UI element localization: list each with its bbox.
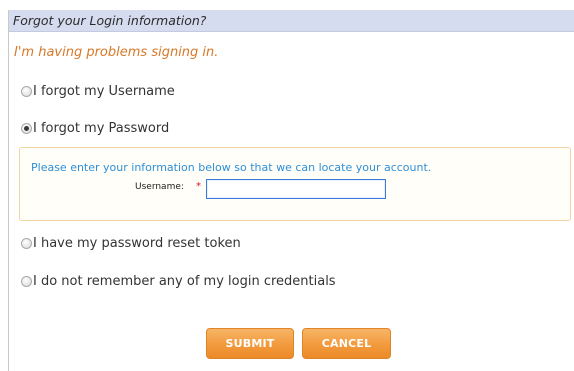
- submit-button[interactable]: SUBMIT: [206, 328, 294, 359]
- radio-forgot-username[interactable]: [21, 85, 32, 97]
- option-no-credentials[interactable]: I do not remember any of my login creden…: [21, 273, 336, 289]
- option-forgot-username[interactable]: I forgot my Username: [21, 83, 175, 99]
- forgot-login-panel: Forgot your Login information? I'm havin…: [8, 10, 574, 371]
- option-label: I do not remember any of my login creden…: [33, 273, 336, 289]
- username-label: Username:: [135, 182, 184, 192]
- option-reset-token[interactable]: I have my password reset token: [21, 235, 241, 251]
- option-forgot-password[interactable]: I forgot my Password: [21, 120, 169, 136]
- username-input[interactable]: [206, 179, 386, 199]
- cancel-button[interactable]: CANCEL: [302, 328, 391, 359]
- problem-subtitle: I'm having problems signing in.: [14, 45, 219, 60]
- panel-title: Forgot your Login information?: [13, 13, 207, 28]
- option-label: I forgot my Password: [33, 120, 170, 136]
- option-label: I forgot my Username: [33, 83, 175, 99]
- panel-header: Forgot your Login information?: [9, 10, 574, 32]
- lookup-instructions: Please enter your information below so t…: [31, 161, 432, 174]
- radio-forgot-password[interactable]: [21, 122, 32, 134]
- radio-no-credentials[interactable]: [21, 275, 32, 287]
- radio-reset-token[interactable]: [21, 237, 32, 249]
- option-label: I have my password reset token: [33, 235, 241, 251]
- required-marker: *: [196, 181, 201, 192]
- account-lookup-box: Please enter your information below so t…: [19, 147, 571, 221]
